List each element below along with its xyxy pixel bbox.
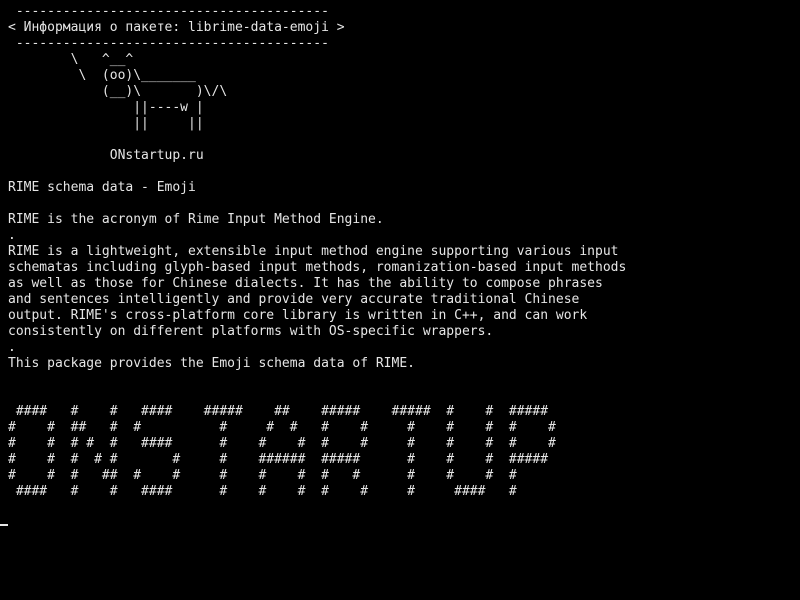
paragraph-separator: . — [8, 228, 16, 243]
cow-ascii-line: || || — [8, 116, 204, 131]
cow-ascii-line: (__)\ )\/\ — [8, 84, 228, 99]
cow-ascii-line: \ (oo)\_______ — [8, 68, 196, 83]
description-line: as well as those for Chinese dialects. I… — [8, 276, 603, 291]
terminal-window[interactable]: ----------------------------------------… — [0, 0, 800, 600]
paragraph-separator: . — [8, 340, 16, 355]
banner-ascii-line: # # # # # # # ###### ##### # # # ##### — [8, 452, 549, 467]
speech-bubble-top: ---------------------------------------- — [8, 4, 329, 19]
description-line: RIME is a lightweight, extensible input … — [8, 244, 619, 259]
cow-ascii-line: ||----w | — [8, 100, 204, 115]
banner-ascii-line: # # ## # # # # # # # # # # # # — [8, 420, 556, 435]
cow-ascii-line: \ ^__^ — [8, 52, 134, 67]
speech-bubble-bottom: ---------------------------------------- — [8, 36, 329, 51]
package-note: This package provides the Emoji schema d… — [8, 356, 415, 371]
text-cursor — [0, 524, 8, 526]
description-line: schematas including glyph-based input me… — [8, 260, 627, 275]
description-line: and sentences intelligently and provide … — [8, 292, 580, 307]
description-line: consistently on different platforms with… — [8, 324, 494, 339]
banner-ascii-line: #### # # #### ##### ## ##### ##### # # #… — [8, 404, 549, 419]
package-summary: RIME schema data - Emoji — [8, 180, 196, 195]
banner-ascii-line: # # # # # #### # # # # # # # # # # — [8, 436, 556, 451]
speech-bubble-text: < Информация о пакете: librime-data-emoj… — [8, 20, 345, 35]
banner-ascii-line: #### # # #### # # # # # # #### # — [8, 484, 517, 499]
description-line: output. RIME's cross-platform core libra… — [8, 308, 588, 323]
description-intro: RIME is the acronym of Rime Input Method… — [8, 212, 384, 227]
banner-ascii-line: # # # ## # # # # # # # # # # # — [8, 468, 517, 483]
site-name: ONstartup.ru — [8, 148, 204, 163]
